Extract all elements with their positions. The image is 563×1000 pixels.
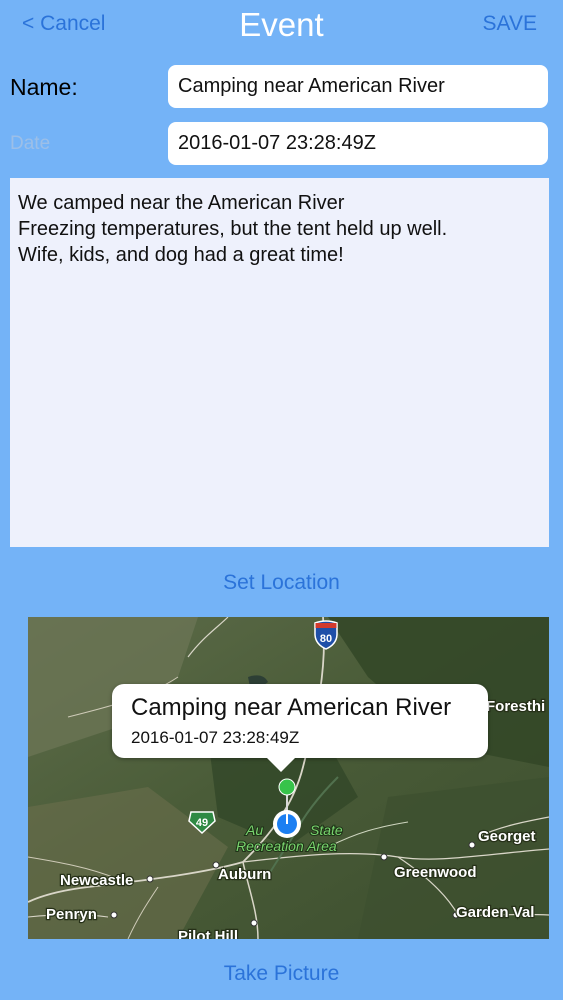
route-49-shield-icon: 49 — [188, 811, 216, 835]
date-field[interactable]: 2016-01-07 23:28:49Z — [168, 122, 548, 165]
callout-title: Camping near American River — [131, 694, 452, 721]
map-callout[interactable]: Camping near American River 2016-01-07 2… — [112, 684, 488, 772]
interstate-80-shield-icon: 80 — [314, 620, 338, 650]
name-field[interactable]: Camping near American River — [168, 65, 548, 108]
take-picture-button[interactable]: Take Picture — [0, 962, 563, 986]
notes-textarea[interactable]: We camped near the American River Freezi… — [10, 178, 549, 547]
page-title: Event — [239, 6, 324, 43]
date-label: Date — [10, 133, 51, 154]
route-49-label: 49 — [196, 817, 208, 829]
set-location-button[interactable]: Set Location — [0, 571, 563, 595]
interstate-80-label: 80 — [320, 633, 332, 645]
name-label: Name: — [10, 74, 78, 100]
notes-line: Wife, kids, and dog had a great time! — [18, 244, 344, 266]
notes-line: We camped near the American River — [18, 192, 345, 214]
user-location-pin-icon[interactable] — [271, 808, 303, 840]
save-button[interactable]: SAVE — [483, 12, 537, 36]
map-view[interactable]: 80 49 Foresthi Au State Recreation Area … — [28, 617, 549, 939]
notes-line: Freezing temperatures, but the tent held… — [18, 218, 448, 240]
callout-subtitle: 2016-01-07 23:28:49Z — [131, 728, 300, 747]
callout-tail — [267, 758, 295, 772]
